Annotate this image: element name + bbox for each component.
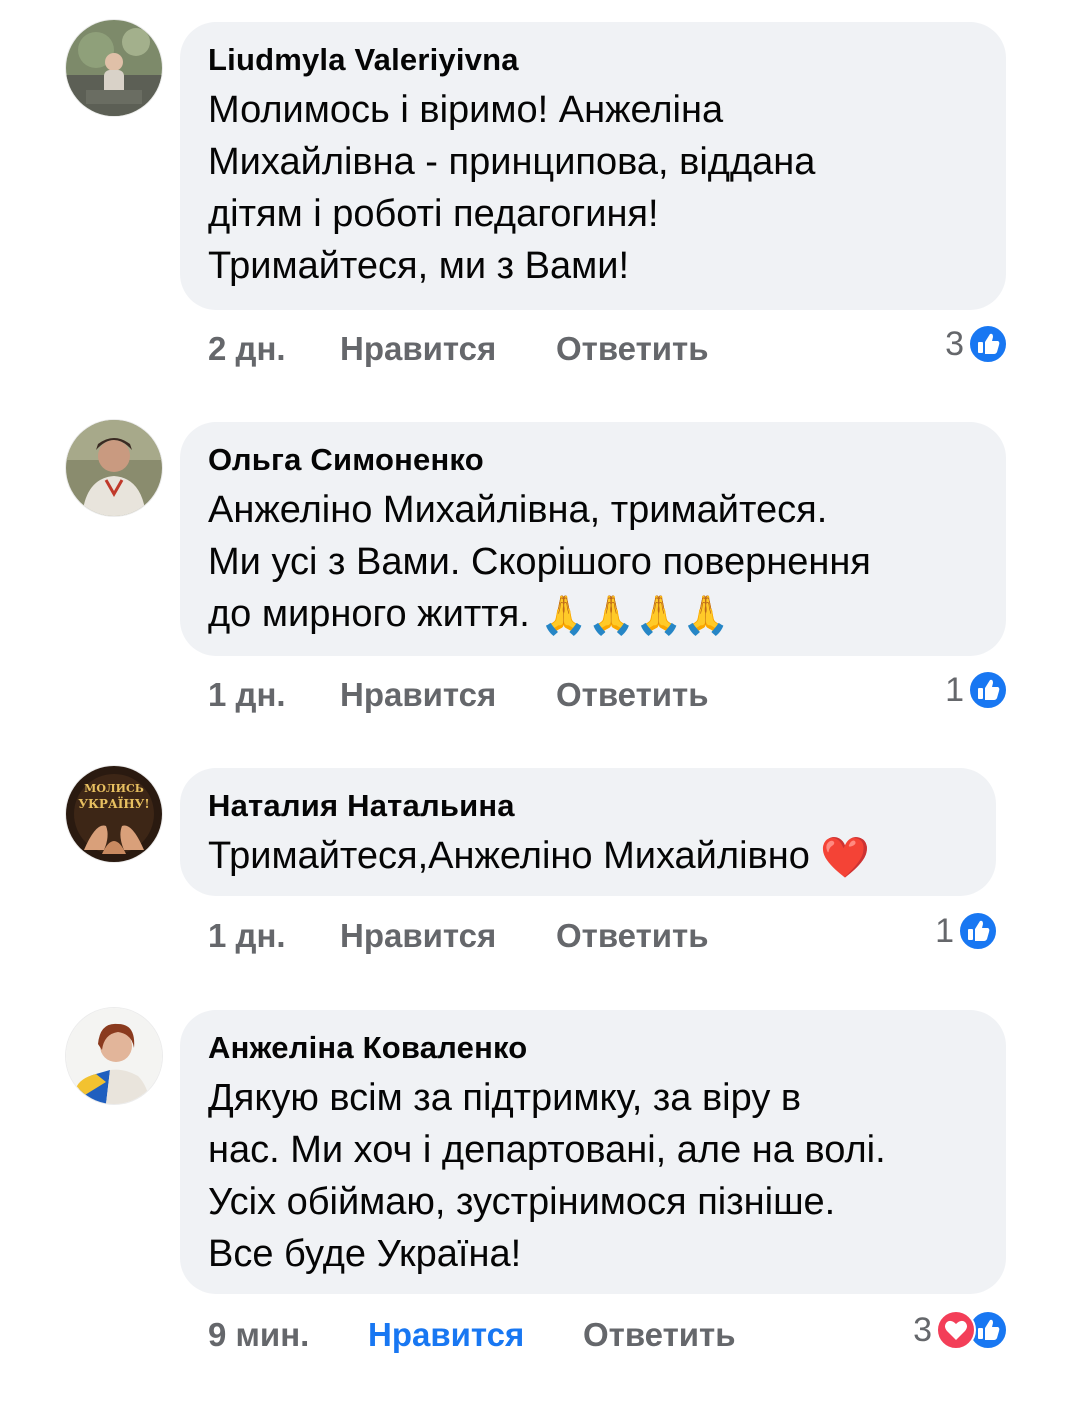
comment-time[interactable]: 1 дн. xyxy=(208,676,286,714)
reaction-summary[interactable]: 3 xyxy=(913,1310,1008,1350)
like-button[interactable]: Нравится xyxy=(340,917,496,955)
comment-author[interactable]: Liudmyla Valeriyivna xyxy=(208,40,978,80)
like-icon xyxy=(968,324,1008,364)
comment-actions: 1 дн. Нравится Ответить 1 xyxy=(208,911,1008,961)
like-button[interactable]: Нравится xyxy=(368,1316,524,1354)
reply-button[interactable]: Ответить xyxy=(556,330,709,368)
avatar[interactable] xyxy=(66,1008,162,1104)
comment-bubble: Liudmyla Valeriyivna Молимось і віримо! … xyxy=(180,22,1006,310)
avatar[interactable] xyxy=(66,420,162,516)
reply-button[interactable]: Ответить xyxy=(556,676,709,714)
comment-actions: 9 мин. Нравится Ответить 3 xyxy=(208,1310,1008,1360)
reaction-count: 3 xyxy=(913,1310,932,1349)
comment-text: Дякую всім за підтримку, за віру в нас. … xyxy=(208,1077,886,1275)
like-button[interactable]: Нравится xyxy=(340,330,496,368)
comment-time[interactable]: 2 дн. xyxy=(208,330,286,368)
comment-bubble: Ольга Симоненко Анжеліно Михайлівна, три… xyxy=(180,422,1006,656)
comment-text: Тримайтеся,Анжеліно Михайлівно ❤️ xyxy=(208,830,968,884)
reply-button[interactable]: Ответить xyxy=(556,917,709,955)
comment-author[interactable]: Ольга Симоненко xyxy=(208,440,978,480)
comment-author[interactable]: Наталия Натальина xyxy=(208,786,968,826)
praying-hands-emoji: 🙏🙏🙏🙏 xyxy=(540,594,730,637)
like-icon xyxy=(968,670,1008,710)
red-heart-emoji: ❤️ xyxy=(820,835,871,880)
avatar[interactable] xyxy=(66,20,162,116)
comment-text-body: Тримайтеся,Анжеліно Михайлівно xyxy=(208,835,821,877)
comment-time[interactable]: 9 мин. xyxy=(208,1316,309,1354)
reply-button[interactable]: Ответить xyxy=(583,1316,736,1354)
like-icon xyxy=(958,911,998,951)
comment-text: Анжеліно Михайлівна, тримайтеся. Ми усі … xyxy=(208,484,978,642)
comment-time[interactable]: 1 дн. xyxy=(208,917,286,955)
reaction-count: 3 xyxy=(945,324,964,363)
avatar-caption: УКРАЇНУ! xyxy=(78,796,149,811)
comment-text: Молимось і віримо! Анжеліна Михайлівна -… xyxy=(208,89,816,287)
comment-bubble: Анжеліна Коваленко Дякую всім за підтрим… xyxy=(180,1010,1006,1294)
like-button[interactable]: Нравится xyxy=(340,676,496,714)
comment-author[interactable]: Анжеліна Коваленко xyxy=(208,1028,978,1068)
avatar[interactable]: МОЛИСЬ УКРАЇНУ! xyxy=(66,766,162,862)
comment-bubble: Наталия Натальина Тримайтеся,Анжеліно Ми… xyxy=(180,768,996,896)
reaction-summary[interactable]: 1 xyxy=(945,670,1008,710)
comment-actions: 2 дн. Нравится Ответить 3 xyxy=(208,324,1008,374)
love-icon xyxy=(936,1310,976,1350)
reaction-summary[interactable]: 3 xyxy=(945,324,1008,364)
reaction-count: 1 xyxy=(945,670,964,709)
avatar-caption: МОЛИСЬ xyxy=(84,782,144,795)
comment-actions: 1 дн. Нравится Ответить 1 xyxy=(208,670,1008,720)
reaction-summary[interactable]: 1 xyxy=(935,911,998,951)
reaction-count: 1 xyxy=(935,911,954,950)
